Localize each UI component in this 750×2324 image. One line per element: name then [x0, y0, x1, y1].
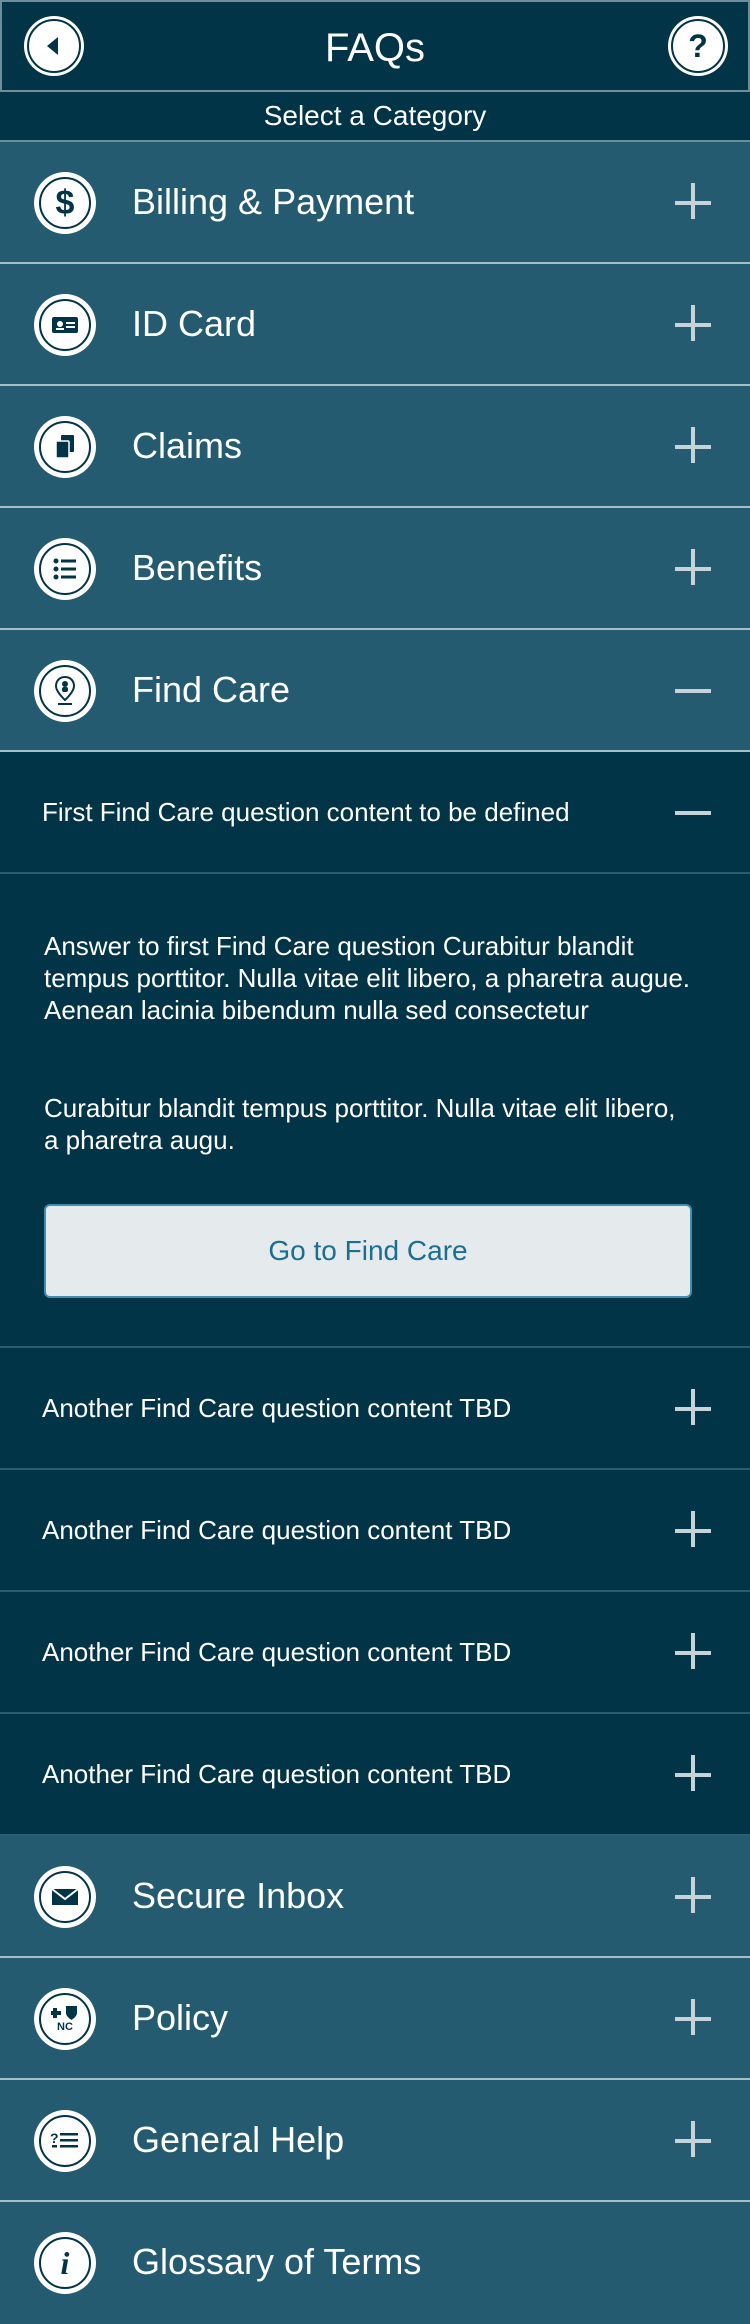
svg-text:?: ?: [50, 2130, 59, 2146]
plus-icon[interactable]: [675, 305, 715, 345]
plus-icon[interactable]: [675, 1755, 715, 1795]
plus-icon[interactable]: [675, 1633, 715, 1673]
id-card-icon: [39, 299, 91, 351]
answer-paragraph: Answer to first Find Care question Curab…: [44, 931, 691, 1025]
plus-icon[interactable]: [675, 1389, 715, 1429]
category-find-care[interactable]: Find Care: [0, 630, 750, 752]
category-label: Claims: [132, 425, 243, 466]
plus-icon[interactable]: [675, 183, 715, 223]
faq-question[interactable]: First Find Care question content to be d…: [0, 752, 750, 874]
bcbs-nc-logo-icon: NC: [39, 1993, 91, 2045]
plus-icon[interactable]: [675, 2121, 715, 2161]
category-label: ID Card: [132, 303, 257, 344]
plus-icon[interactable]: [675, 549, 715, 589]
category-glossary[interactable]: i Glossary of Terms: [0, 2202, 750, 2324]
minus-icon[interactable]: [675, 793, 715, 833]
category-billing-payment[interactable]: $ Billing & Payment: [0, 142, 750, 264]
question-list-icon: ?: [39, 2115, 91, 2167]
page-title: FAQs: [324, 26, 426, 70]
envelope-icon: [39, 1871, 91, 1923]
plus-icon[interactable]: [675, 1999, 715, 2039]
category-label: Glossary of Terms: [132, 2241, 422, 2282]
documents-icon: [39, 421, 91, 473]
app-header: FAQs ?: [0, 0, 750, 92]
list-icon: [39, 543, 91, 595]
go-to-find-care-button[interactable]: Go to Find Care: [44, 1204, 692, 1298]
category-label: Secure Inbox: [132, 1875, 345, 1916]
category-subheader: Select a Category: [0, 92, 750, 142]
question-label: Another Find Care question content TBD: [42, 1759, 512, 1789]
question-label: Another Find Care question content TBD: [42, 1393, 512, 1423]
category-claims[interactable]: Claims: [0, 386, 750, 508]
faq-question[interactable]: Another Find Care question content TBD: [0, 1714, 750, 1836]
category-secure-inbox[interactable]: Secure Inbox: [0, 1836, 750, 1958]
category-general-help[interactable]: ? General Help: [0, 2080, 750, 2202]
category-label: General Help: [132, 2119, 345, 2160]
category-label: Billing & Payment: [132, 181, 415, 222]
category-label: Policy: [132, 1997, 229, 2038]
plus-icon[interactable]: [675, 1877, 715, 1917]
dollar-icon: $: [39, 177, 91, 229]
minus-icon[interactable]: [675, 671, 715, 711]
category-benefits[interactable]: Benefits: [0, 508, 750, 630]
help-button[interactable]: ?: [668, 16, 728, 76]
answer-paragraph: Curabitur blandit tempus porttitor. Null…: [44, 1093, 676, 1155]
faq-question[interactable]: Another Find Care question content TBD: [0, 1592, 750, 1714]
plus-icon[interactable]: [675, 1511, 715, 1551]
question-mark-icon: ?: [671, 19, 725, 73]
info-icon: i: [39, 2237, 91, 2289]
category-policy[interactable]: NC Policy: [0, 1958, 750, 2080]
category-label: Find Care: [132, 669, 291, 710]
question-label: Another Find Care question content TBD: [42, 1637, 512, 1667]
faq-question[interactable]: Another Find Care question content TBD: [0, 1470, 750, 1592]
location-pin-icon: [39, 665, 91, 717]
plus-icon[interactable]: [675, 427, 715, 467]
faq-answer-panel: Answer to first Find Care question Curab…: [0, 874, 750, 1348]
question-label: First Find Care question content to be d…: [42, 797, 570, 827]
category-id-card[interactable]: ID Card: [0, 264, 750, 386]
category-label: Benefits: [132, 547, 263, 588]
faq-question[interactable]: Another Find Care question content TBD: [0, 1348, 750, 1470]
question-label: Another Find Care question content TBD: [42, 1515, 512, 1545]
